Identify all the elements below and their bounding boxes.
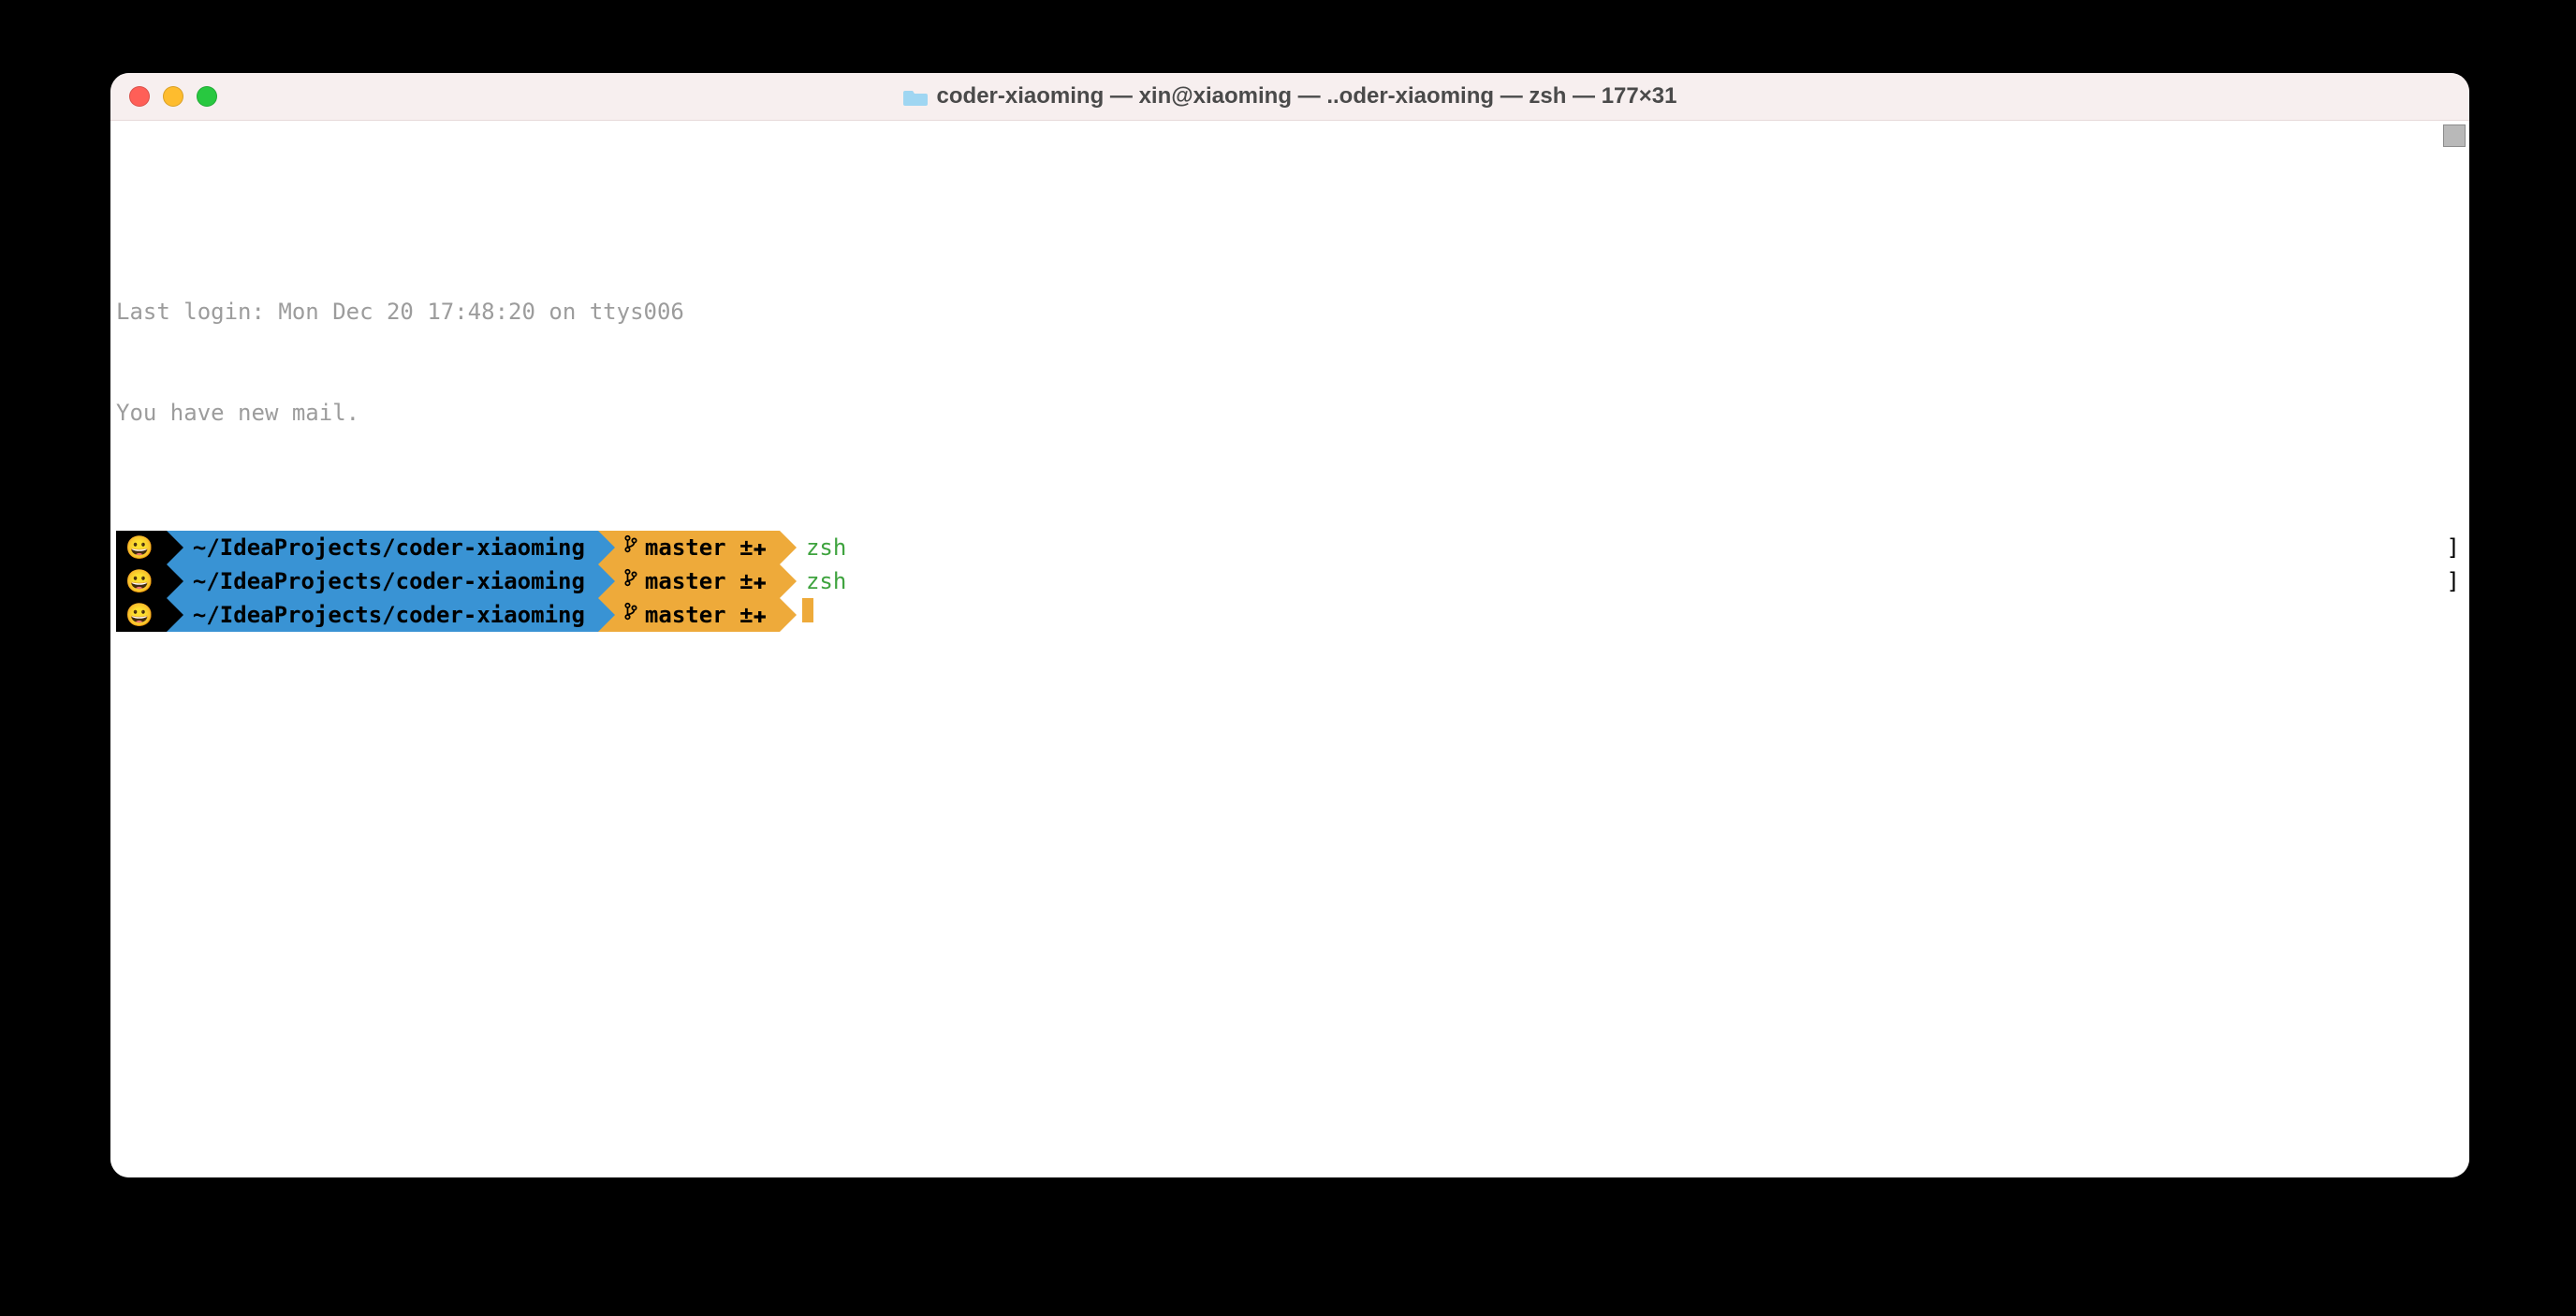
right-bracket: ] (2447, 531, 2460, 564)
mail-line: You have new mail. (116, 396, 2469, 430)
smile-emoji-icon: 😀 (125, 598, 154, 632)
git-branch-text: master ±✚ (645, 564, 767, 598)
smile-emoji-icon: 😀 (125, 531, 154, 564)
cursor (802, 598, 813, 622)
prompt-row: 😀~/IdeaProjects/coder-xiaomingmaster ±✚z… (116, 564, 2469, 598)
smile-emoji-icon: 😀 (125, 564, 154, 598)
prompt-git-segment: master ±✚ (598, 598, 780, 632)
cwd-text: ~/IdeaProjects/coder-xiaoming (193, 598, 585, 632)
git-branch-text: master ±✚ (645, 598, 767, 632)
cwd-text: ~/IdeaProjects/coder-xiaoming (193, 531, 585, 564)
cwd-text: ~/IdeaProjects/coder-xiaoming (193, 564, 585, 598)
titlebar[interactable]: coder-xiaoming — xin@xiaoming — ..oder-x… (110, 73, 2469, 121)
minimize-icon[interactable] (163, 86, 183, 107)
folder-icon (903, 87, 928, 106)
scrollbar-thumb[interactable] (2443, 124, 2466, 147)
prompt-git-segment: master ±✚ (598, 531, 780, 564)
git-branch-text: master ±✚ (645, 531, 767, 564)
prompt-git-segment: master ±✚ (598, 564, 780, 598)
terminal-window: coder-xiaoming — xin@xiaoming — ..oder-x… (110, 73, 2469, 1177)
window-controls (129, 86, 217, 107)
prompt-emoji-segment: 😀 (116, 564, 167, 598)
prompt-emoji-segment: 😀 (116, 598, 167, 632)
prompt-emoji-segment: 😀 (116, 531, 167, 564)
prompt-path-segment: ~/IdeaProjects/coder-xiaoming (167, 531, 598, 564)
prompt-row: 😀 ~/IdeaProjects/coder-xiaoming master ±✚ (116, 598, 2469, 632)
right-bracket: ] (2447, 564, 2460, 598)
last-login-line: Last login: Mon Dec 20 17:48:20 on ttys0… (116, 295, 2469, 329)
window-title: coder-xiaoming — xin@xiaoming — ..oder-x… (903, 83, 1677, 110)
prompt-path-segment: ~/IdeaProjects/coder-xiaoming (167, 564, 598, 598)
prompt-path-segment: ~/IdeaProjects/coder-xiaoming (167, 598, 598, 632)
window-title-text: coder-xiaoming — xin@xiaoming — ..oder-x… (937, 83, 1677, 110)
prompt-row: 😀~/IdeaProjects/coder-xiaomingmaster ±✚z… (116, 531, 2469, 564)
terminal-body[interactable]: Last login: Mon Dec 20 17:48:20 on ttys0… (110, 121, 2469, 1177)
git-branch-icon (624, 531, 637, 564)
git-branch-icon (624, 564, 637, 598)
zoom-icon[interactable] (197, 86, 217, 107)
git-branch-icon (624, 598, 637, 632)
close-icon[interactable] (129, 86, 150, 107)
